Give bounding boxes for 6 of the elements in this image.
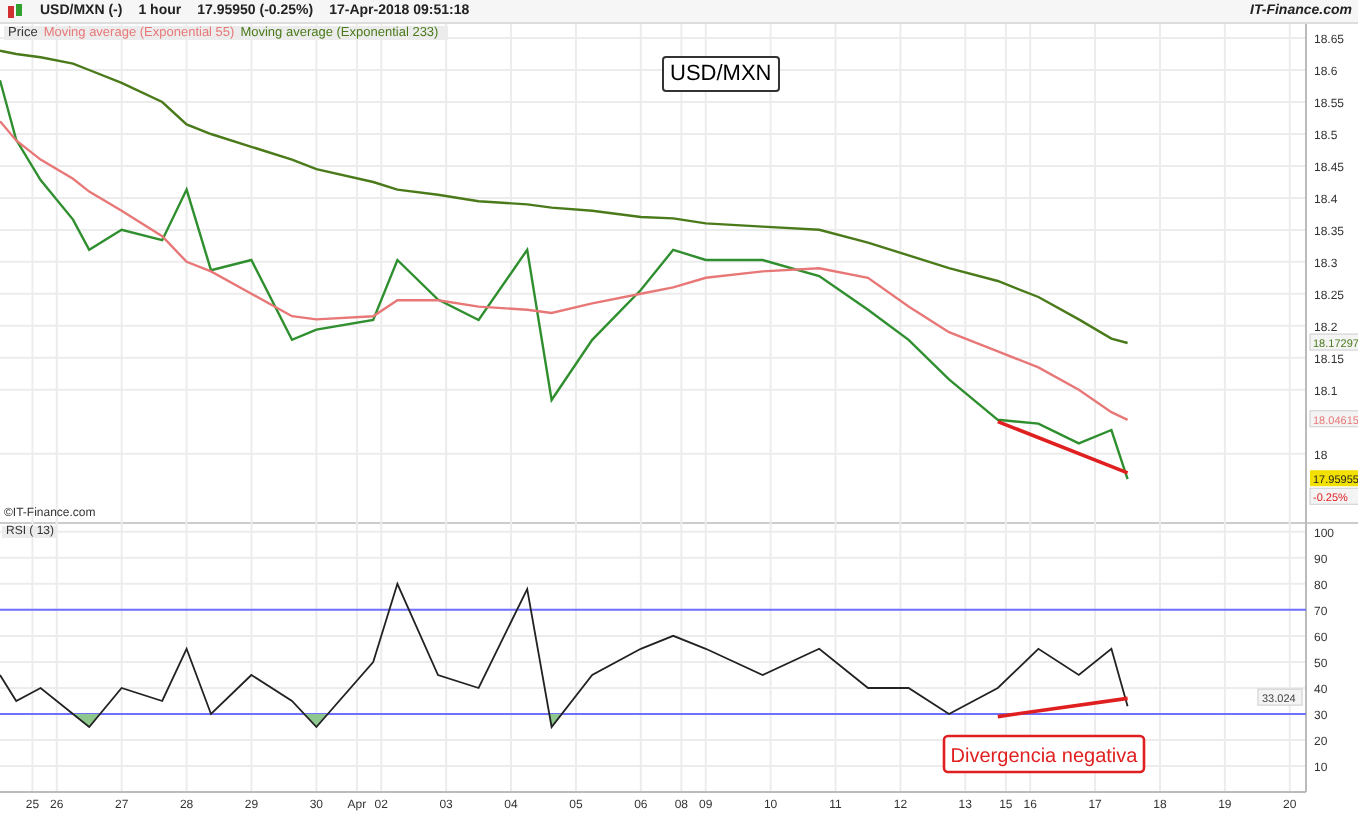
chart-title: USD/MXN: [662, 56, 780, 92]
candlestick-icon: [6, 2, 24, 20]
trend-line: [997, 419, 1129, 475]
trend-line: [997, 696, 1128, 719]
annotation-label: Divergencia negativa: [942, 734, 1146, 774]
annotation: Divergencia negativa: [950, 745, 1139, 768]
